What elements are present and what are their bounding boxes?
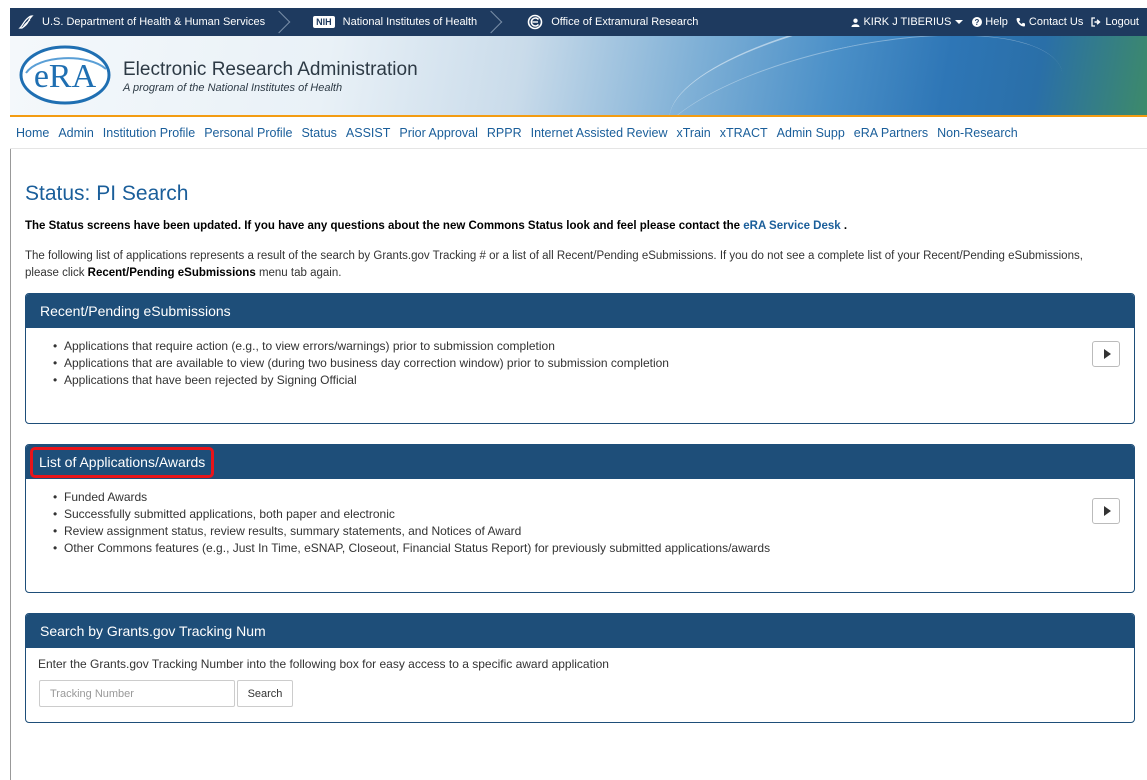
nih-logo-icon: NIH [313,16,335,28]
search-button[interactable]: Search [237,680,293,707]
panel-body: Applications that require action (e.g., … [26,328,1134,389]
nav-prior-approval[interactable]: Prior Approval [399,126,478,140]
nav-assist[interactable]: ASSIST [346,126,390,140]
notice-end: . [843,220,848,232]
phone-icon [1016,18,1025,27]
logout-link[interactable]: Logout [1091,16,1139,28]
list-item: Successfully submitted applications, bot… [53,506,1134,523]
oer-logo-icon [527,14,543,30]
play-arrow-icon [1103,506,1111,516]
status-update-notice: The Status screens have been updated. If… [25,220,847,232]
hhs-label: U.S. Department of Health & Human Servic… [42,16,266,28]
play-arrow-icon [1103,349,1111,359]
breadcrumb-chevron-icon [487,8,505,36]
banner-subtitle: A program of the National Institutes of … [123,82,343,94]
intro-bold-text: Recent/Pending eSubmissions [87,267,256,279]
sign-out-icon [1091,17,1101,27]
help-link[interactable]: ? Help [972,16,1008,28]
panel-body: Enter the Grants.gov Tracking Number int… [26,648,1134,722]
list-item: Applications that have been rejected by … [53,372,1134,389]
hhs-link[interactable]: U.S. Department of Health & Human Servic… [10,8,307,36]
notice-text: The Status screens have been updated. If… [25,220,741,232]
user-name: KIRK J TIBERIUS [863,16,952,28]
bullet-list: Applications that require action (e.g., … [53,338,1134,389]
page-left-border [10,149,11,780]
search-description: Enter the Grants.gov Tracking Number int… [38,657,609,671]
nih-label: National Institutes of Health [342,16,478,28]
svg-text:?: ? [975,18,980,27]
intro-paragraph: The following list of applications repre… [25,248,1115,282]
panel-header: List of Applications/Awards [26,445,1134,479]
era-logo-text: eRA [34,58,97,95]
contact-label: Contact Us [1028,16,1084,28]
nav-xtract[interactable]: xTRACT [720,126,768,140]
intro-text-end: menu tab again. [258,267,342,279]
hhs-eagle-icon [18,14,34,30]
page-title: Status: PI Search [25,182,189,205]
nav-internet-assisted-review[interactable]: Internet Assisted Review [531,126,668,140]
user-menu-area: KIRK J TIBERIUS ? Help Contact Us Logout [851,16,1147,28]
panel-title-highlighted: List of Applications/Awards [30,446,215,478]
recent-pending-panel: Recent/Pending eSubmissions Applications… [25,293,1135,424]
list-item: Funded Awards [53,489,1134,506]
panel-body: Funded Awards Successfully submitted app… [26,479,1134,557]
nav-admin[interactable]: Admin [58,126,93,140]
era-service-desk-link[interactable]: eRA Service Desk [743,220,840,232]
nav-home[interactable]: Home [16,126,49,140]
caret-down-icon [955,20,964,24]
gov-header-bar: U.S. Department of Health & Human Servic… [10,8,1147,36]
oer-label: Office of Extramural Research [551,16,699,28]
bullet-list: Funded Awards Successfully submitted app… [53,489,1134,557]
user-dropdown[interactable]: KIRK J TIBERIUS [851,16,964,28]
nav-xtrain[interactable]: xTrain [676,126,710,140]
nav-era-partners[interactable]: eRA Partners [854,126,928,140]
help-label: Help [985,16,1008,28]
list-item: Other Commons features (e.g., Just In Ti… [53,540,1134,557]
nav-non-research[interactable]: Non-Research [937,126,1018,140]
open-recent-pending-button[interactable] [1092,341,1120,367]
nih-link[interactable]: NIH National Institutes of Health [307,8,519,36]
banner-title: Electronic Research Administration [123,59,418,80]
nav-institution-profile[interactable]: Institution Profile [103,126,195,140]
panel-header: Recent/Pending eSubmissions [26,294,1134,328]
contact-link[interactable]: Contact Us [1016,16,1083,28]
nav-status[interactable]: Status [301,126,336,140]
list-item: Applications that require action (e.g., … [53,338,1134,355]
question-circle-icon: ? [972,17,983,27]
panel-title: Search by Grants.gov Tracking Num [40,623,266,639]
tracking-number-input[interactable] [39,680,235,707]
open-applications-awards-button[interactable] [1092,498,1120,524]
tracking-search-panel: Search by Grants.gov Tracking Num Enter … [25,613,1135,723]
user-icon [851,18,861,27]
nav-personal-profile[interactable]: Personal Profile [204,126,292,140]
panel-header: Search by Grants.gov Tracking Num [26,614,1134,648]
list-item: Review assignment status, review results… [53,523,1134,540]
logout-label: Logout [1105,16,1139,28]
oer-link[interactable]: Office of Extramural Research [519,8,712,36]
panel-title: Recent/Pending eSubmissions [40,303,231,319]
applications-awards-panel: List of Applications/Awards Funded Award… [25,444,1135,593]
nav-rppr[interactable]: RPPR [487,126,522,140]
nav-admin-supp[interactable]: Admin Supp [777,126,845,140]
breadcrumb-chevron-icon [275,8,293,36]
era-logo[interactable]: eRA [18,43,112,107]
list-item: Applications that are available to view … [53,355,1134,372]
era-banner: eRA Electronic Research Administration A… [10,36,1147,115]
main-navigation: Home Admin Institution Profile Personal … [10,115,1147,149]
